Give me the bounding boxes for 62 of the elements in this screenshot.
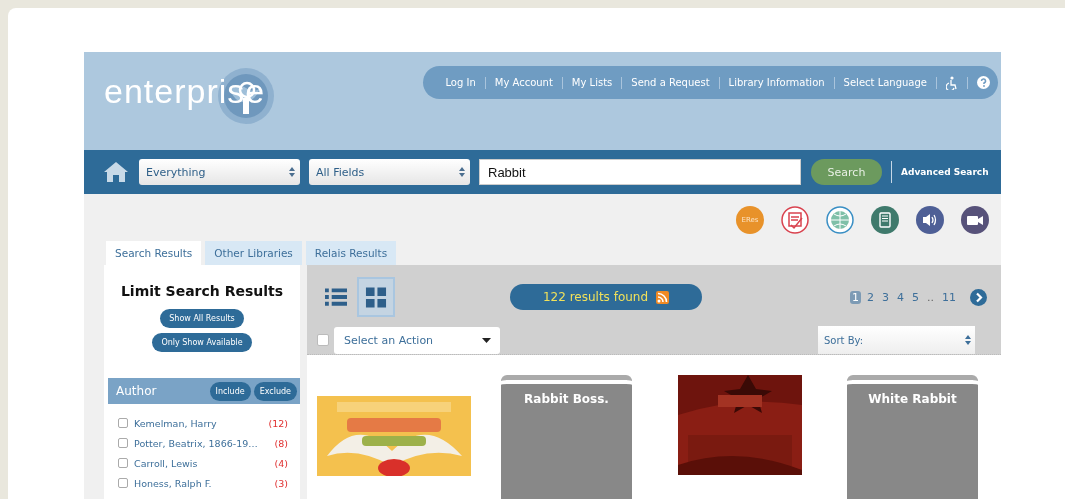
results-count: 122 results found [542,290,649,304]
facet-count: (3) [274,477,288,489]
facet-count: (4) [274,457,288,469]
video-camera-icon[interactable] [961,206,989,234]
rss-icon[interactable] [656,290,670,304]
top-link[interactable]: My Lists [571,77,613,88]
top-link[interactable]: My Account [494,77,553,88]
facet-button[interactable]: Exclude [253,381,297,401]
grid-icon [365,285,387,309]
sidebar-title: Limit Search Results [120,283,284,299]
tab[interactable]: Search Results [106,241,202,265]
help-icon[interactable] [977,76,990,89]
list-icon [325,285,347,309]
page-link[interactable]: 2 [865,290,876,304]
facet-button[interactable]: Include [209,381,251,401]
caret-icon [482,337,491,343]
facet-link[interactable]: Carroll, Lewis [134,457,275,469]
checkbox[interactable] [118,438,128,448]
globe-icon[interactable] [826,206,854,234]
page-link[interactable]: 11 [940,290,958,304]
search-field[interactable]: Rabbit [479,159,801,185]
checklist-icon[interactable] [781,206,809,234]
speaker-icon[interactable] [916,206,944,234]
checkbox[interactable] [118,478,128,488]
facet-link[interactable]: Kemelman, Harry [134,417,269,429]
dropdown[interactable]: All Fields [309,159,470,185]
advanced-search-link[interactable]: Advanced Search [901,167,989,177]
updown-arrow-icon [289,167,295,177]
checkbox[interactable] [118,458,128,468]
tab[interactable]: Other Libraries [205,241,302,265]
page-link[interactable]: 4 [895,290,906,304]
page-link[interactable]: 1 [850,290,861,304]
facet-count: (8) [274,437,288,449]
page-link[interactable]: 5 [910,290,921,304]
book-title: Rabbit Boss. [524,392,609,408]
home-icon[interactable] [103,161,129,183]
checkbox[interactable] [317,334,329,346]
sort-dropdown[interactable]: Sort By: [818,326,975,354]
facet-link[interactable]: Potter, Beatrix, 1866-19… [134,437,275,449]
top-link[interactable]: Send a Request [631,77,710,88]
book-title: White Rabbit [868,392,957,408]
facet-link[interactable]: Honess, Ralph F. [134,477,275,489]
checkbox[interactable] [118,418,128,428]
top-link[interactable]: Select Language [843,77,927,88]
page-ellipsis: .. [926,290,935,304]
updown-arrow-icon [459,167,465,177]
next-page-icon[interactable] [970,288,987,306]
ebook-reader-icon[interactable] [871,206,899,234]
facet-title: Author [116,384,157,398]
filter-button[interactable]: Only Show Available [152,333,252,352]
search-button[interactable]: Search [811,159,882,185]
filter-button[interactable]: Show All Results [160,309,244,328]
top-link[interactable]: Library Information [728,77,825,88]
action-dropdown[interactable]: Select an Action [334,326,500,354]
top-link[interactable]: Log In [445,77,476,88]
dropdown[interactable]: Everything [139,159,300,185]
tab[interactable]: Relais Results [305,241,397,265]
facet-count: (12) [268,417,288,429]
grid-view-button[interactable] [357,277,395,317]
page-link[interactable]: 3 [880,290,891,304]
updown-arrow-icon [965,335,971,345]
accessibility-icon[interactable] [946,75,958,90]
